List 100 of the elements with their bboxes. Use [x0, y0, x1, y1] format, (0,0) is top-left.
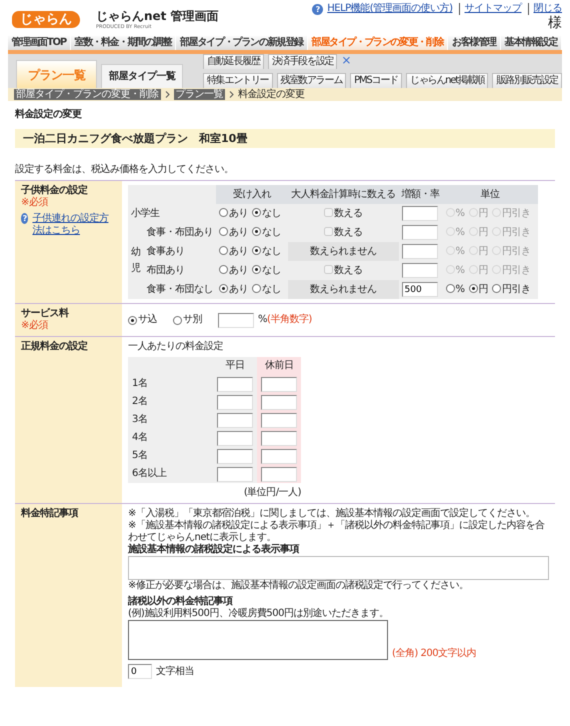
price-field[interactable] [217, 412, 253, 428]
count-note: 数えられません [288, 242, 398, 262]
breadcrumb-link[interactable]: 部屋タイプ・プランの変更・削除 [14, 89, 160, 100]
breadcrumb-link[interactable]: プラン一覧 [174, 89, 225, 100]
row-label: 6名以上 [131, 466, 168, 482]
breadcrumb-separator-icon [164, 91, 170, 98]
subheading: 施設基本情報の諸税設定による表示事項 [128, 544, 300, 556]
price-field[interactable] [261, 412, 297, 428]
radio-label: サ込 [138, 314, 157, 326]
checkbox-label: 数える [334, 226, 362, 238]
amount-field[interactable] [402, 206, 438, 222]
hint-text: ※修正が必要な場合は、施設基本情報の設定画面の諸税設定で行ってください。 [128, 580, 470, 592]
sub-button[interactable]: PMSコード [350, 73, 402, 88]
column-header: 平日 [224, 359, 246, 374]
help-link[interactable]: 子供連れの設定方法はこちら [32, 213, 116, 238]
radio-button[interactable] [219, 226, 228, 236]
radio-button[interactable] [219, 246, 228, 255]
radio-button[interactable] [252, 264, 261, 274]
amount-field[interactable] [402, 244, 438, 260]
amount-field[interactable]: 500 [402, 282, 438, 298]
nav-tab[interactable]: 管理画面TOP [8, 36, 71, 50]
radio-label: 円 [478, 284, 488, 295]
notes-textarea[interactable] [128, 620, 388, 660]
subtitle-text: 一人あたりの料金設定 [128, 341, 224, 354]
price-field[interactable] [261, 466, 297, 482]
radio-label: 円 [478, 246, 488, 257]
close-button[interactable]: × [341, 54, 351, 66]
price-field[interactable] [217, 394, 253, 410]
nav-tab[interactable]: 基本情報設定 [500, 36, 562, 50]
header-link[interactable]: HELP機能(管理画面の使い方) [327, 3, 452, 15]
count-field[interactable]: 0 [128, 664, 152, 680]
column-header: 大人料金計算時に数える [288, 185, 398, 204]
help-icon: ? [21, 213, 28, 224]
sub-button[interactable]: 特集エントリー [202, 73, 273, 88]
radio-button[interactable] [173, 316, 182, 325]
row-label: 4名 [131, 431, 148, 446]
row-label: 2名 [131, 395, 148, 410]
price-field[interactable] [261, 394, 297, 410]
radio-button[interactable] [252, 208, 261, 217]
radio-label: あり [229, 284, 248, 295]
price-field[interactable] [217, 376, 253, 392]
row-label: 食事・布団なし [146, 282, 214, 297]
note-text: ※「入湯税」「東京都宿泊税」に関しましては、施設基本情報の設定画面で設定してください。 [128, 508, 536, 520]
radio-label: あり [229, 246, 248, 257]
price-field[interactable] [217, 466, 253, 482]
radio-button[interactable] [219, 264, 228, 274]
row-label: 布団あり [146, 264, 186, 278]
count-suffix: 文字相当 [156, 666, 194, 678]
plan-name: 一泊二日カニフグ食べ放題プラン 和室10畳 [15, 129, 555, 148]
row-label: 小学生 [130, 206, 160, 221]
sub-button[interactable]: じゃらんnet掲載順 [406, 73, 488, 88]
group-label: 幼児 [130, 246, 142, 276]
price-field[interactable] [261, 430, 297, 446]
radio-label: なし [262, 208, 281, 219]
radio-button[interactable] [446, 284, 454, 293]
amount-field[interactable] [402, 225, 438, 240]
price-field[interactable] [261, 376, 297, 392]
radio-label: % [456, 208, 465, 219]
radio-button[interactable] [252, 226, 261, 236]
percent-field[interactable] [218, 312, 254, 328]
column-header: 休前日 [257, 357, 301, 376]
section-label: 子供料金の設定 [21, 185, 88, 196]
radio-button[interactable] [468, 284, 478, 293]
checkbox-label: 数える [334, 208, 362, 219]
radio-button[interactable] [252, 246, 261, 255]
breadcrumb-current: 料金設定の変更 [238, 88, 304, 100]
sub-button[interactable]: 残室数アラーム [276, 73, 346, 88]
radio-label: なし [262, 226, 281, 238]
radio-label: 円引き [502, 246, 531, 257]
sub-button[interactable]: 決済手段を設定 [268, 54, 338, 69]
header-link[interactable]: サイトマップ [464, 3, 522, 14]
radio-label: あり [229, 226, 248, 238]
price-field[interactable] [217, 448, 253, 464]
radio-label: なし [262, 284, 281, 295]
price-field[interactable] [217, 430, 253, 446]
column-header: 単位 [442, 185, 538, 204]
price-field[interactable] [261, 448, 297, 464]
radio-button[interactable] [252, 284, 261, 293]
nav-tab[interactable]: 室数・料金・期間の調整 [70, 36, 176, 50]
row-label: 3名 [131, 413, 148, 428]
tax-display-field[interactable] [128, 556, 549, 580]
radio-label: あり [229, 208, 248, 219]
example-text: (例)施設利用料500円、冷暖房費500円は別途いただきます。 [128, 608, 390, 620]
radio-button[interactable] [492, 284, 502, 293]
amount-field[interactable] [402, 263, 438, 278]
radio-button[interactable] [219, 284, 228, 293]
radio-button[interactable] [128, 316, 137, 325]
header-link[interactable]: 閉じる [534, 3, 562, 14]
nav-tab[interactable]: お客様管理 [448, 36, 501, 50]
sub-button[interactable]: 販路別販売設定 [492, 73, 562, 88]
sub-tab[interactable]: 部屋タイプ一覧 [101, 64, 183, 88]
sub-button[interactable]: 自動延長履歴 [202, 54, 264, 69]
radio-button[interactable] [219, 208, 228, 217]
nav-tab[interactable]: 部屋タイプ・プランの新規登録 [176, 36, 308, 50]
section-label: サービス料 [21, 308, 70, 320]
radio-label: 円 [478, 226, 488, 238]
radio-label: 円引き [502, 226, 531, 238]
required-note: ※必須 [21, 197, 49, 210]
radio-label: 円 [478, 208, 488, 219]
radio-label: なし [262, 264, 281, 276]
